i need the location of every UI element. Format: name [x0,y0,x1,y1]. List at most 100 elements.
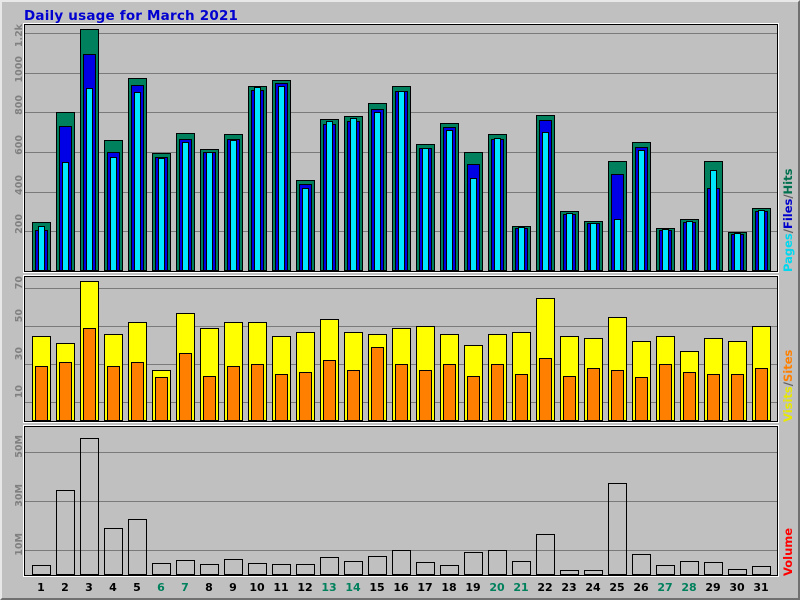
bar-sites [275,373,288,421]
bar-group [654,427,678,575]
bar-group [294,427,318,575]
bar-group [486,25,510,271]
bar-group [30,277,54,421]
bar-volume [128,519,147,575]
bar-volume [464,552,483,575]
bar-pages [446,130,453,271]
bar-sites [83,328,96,421]
bar-group [654,25,678,271]
bar-group [558,427,582,575]
bar-volume [680,560,699,575]
bar-group [222,277,246,421]
bar-group [630,427,654,575]
bar-sites [155,377,168,421]
bar-group [30,427,54,575]
bar-group [414,427,438,575]
bar-pages [566,213,573,271]
bar-pages [134,92,141,271]
bar-group [102,277,126,421]
yaxis-tick-label: 1.2k [13,24,25,48]
bar-volume [248,563,267,575]
xaxis-day-label-23: 23 [561,581,577,594]
yaxis-tick-label: 10M [13,533,25,557]
bar-pages [758,209,765,271]
bar-group [294,277,318,421]
bar-group [222,427,246,575]
bar-pages [590,223,597,271]
bar-group [30,25,54,271]
bar-group [438,277,462,421]
bar-pages [230,140,237,271]
xaxis-day-label-16: 16 [393,581,409,594]
bar-group [726,25,750,271]
bar-group [702,277,726,421]
xaxis-day-label-13: 13 [321,581,337,594]
bar-volume [320,556,339,575]
xaxis-day-labels: 1 2 3 4 5 6 7 8 9 10 11 12 13 14 15 16 17 18 19 20 21 22 23 24 2… [2,580,800,598]
bar-group [270,427,294,575]
bar-sites [539,358,552,421]
bar-group [102,427,126,575]
bar-group [750,427,774,575]
bar-group [462,277,486,421]
bar-pages [542,132,549,271]
bar-sites [35,366,48,421]
bar-volume [560,569,579,575]
yaxis-tick-label: 30 [13,347,25,361]
bar-group [318,25,342,271]
xaxis-day-label-26: 26 [633,581,649,594]
yaxis-tick-label: 50 [13,309,25,323]
bar-pages [422,148,429,271]
xaxis-day-label-1: 1 [37,581,45,594]
bar-volume [632,553,651,575]
bar-group [414,277,438,421]
xaxis-day-label-22: 22 [537,581,553,594]
bar-group [678,277,702,421]
bar-group [366,427,390,575]
bar-pages [686,221,693,271]
bar-volume [56,489,75,575]
bar-sites [707,373,720,421]
bar-volume [104,527,123,575]
bar-sites [419,369,432,421]
xaxis-day-label-15: 15 [369,581,385,594]
xaxis-day-label-11: 11 [273,581,289,594]
yaxis-tick-label: 50M [13,434,25,458]
bar-group [630,25,654,271]
legend-pages: Pages [781,233,795,272]
legend-separator: / [781,382,795,387]
bar-group [150,25,174,271]
bar-pages [614,219,621,271]
bar-group [558,25,582,271]
bar-volume [704,562,723,575]
bar-group [390,427,414,575]
chart-visits-sites [24,276,778,422]
bar-group [606,427,630,575]
bar-sites [587,367,600,421]
bar-group [54,25,78,271]
bar-pages [398,91,405,271]
bar-sites [755,367,768,421]
bar-pages [350,118,357,271]
bar-group [582,277,606,421]
bar-group [222,25,246,271]
bar-group [246,277,270,421]
bar-group [438,25,462,271]
xaxis-day-label-31: 31 [753,581,769,594]
bar-pages [86,88,93,271]
xaxis-day-label-17: 17 [417,581,433,594]
bar-group [318,427,342,575]
bar-group [534,25,558,271]
bar-group [510,277,534,421]
legend-separator: / [781,194,795,199]
xaxis-day-label-18: 18 [441,581,457,594]
bar-pages [38,226,45,271]
bar-group [606,25,630,271]
legend-separator: / [781,229,795,234]
bar-group [270,25,294,271]
bar-volume [728,568,747,575]
bar-group [198,427,222,575]
bar-volume [512,561,531,575]
bar-group [78,25,102,271]
yaxis-tick-label: 1000 [13,55,25,83]
